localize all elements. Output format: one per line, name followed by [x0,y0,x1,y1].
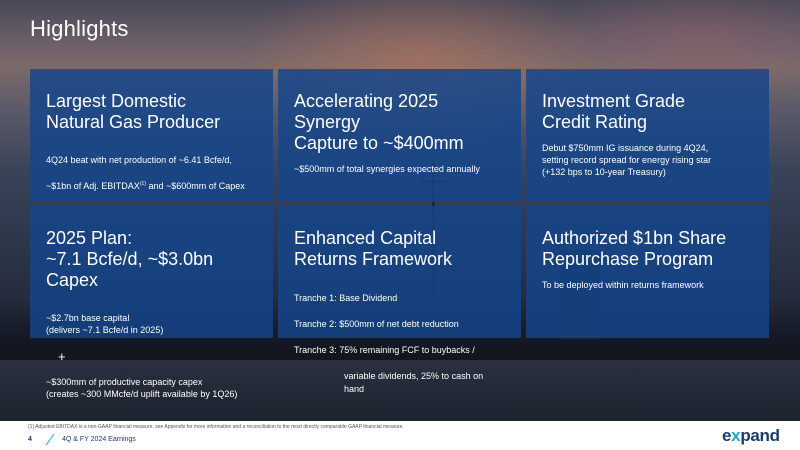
logo-text: e [722,426,732,445]
footer-text: 4Q & FY 2024 Earnings [62,436,136,443]
plus-sign: + [58,349,66,364]
card-body: ~$2.7bn base capital (delivers ~7.1 Bcfe… [46,300,257,412]
tranche-1: Tranche 1: Base Dividend [294,293,398,303]
slide-title: Highlights [30,16,129,41]
card-heading: 2025 Plan: ~7.1 Bcfe/d, ~$3.0bn Capex [46,228,214,290]
card-heading: Largest Domestic Natural Gas Producer [46,91,221,132]
expand-logo: expand [722,426,780,446]
tranche-3: Tranche 3: 75% remaining FCF to buybacks… [294,345,475,355]
logo-text: pand [740,426,780,445]
tranche-3-continued: variable dividends, 25% to cash on hand [344,371,484,394]
logo-text-accent: x [731,426,741,445]
footnote: (1) Adjusted EBITDAX is a non-GAAP finan… [28,424,403,430]
card-heading: Enhanced Capital Returns Framework [294,228,453,269]
card-synergy-capture: Accelerating 2025 Synergy Capture to ~$4… [278,69,521,202]
card-body-line: 4Q24 beat with net production of ~6.41 B… [46,155,232,165]
slash-divider-icon [45,433,55,446]
card-body-text: ~$1bn of Adj. EBITDAX [46,181,140,191]
card-body-text: and ~$600mm of Capex [145,181,245,191]
card-body: Tranche 1: Base Dividend Tranche 2: $500… [294,279,505,409]
card-natural-gas-producer: Largest Domestic Natural Gas Producer 4Q… [30,69,273,202]
tranche-2: Tranche 2: $500mm of net debt reduction [294,319,459,329]
card-credit-rating: Investment Grade Credit Rating Debut $75… [526,69,769,202]
page-number: 4 [28,436,32,443]
card-share-repurchase: Authorized $1bn Share Repurchase Program… [526,206,769,338]
card-body-text: ~$300mm of productive capacity capex (cr… [46,377,238,399]
card-heading: Investment Grade Credit Rating [542,91,686,132]
card-heading: Accelerating 2025 Synergy Capture to ~$4… [294,91,464,153]
card-body-line: ~$1bn of Adj. EBITDAX(1) and ~$600mm of … [46,178,257,192]
card-body-text: ~$2.7bn base capital (delivers ~7.1 Bcfe… [46,313,164,335]
card-heading: Authorized $1bn Share Repurchase Program [542,228,727,269]
card-body: 4Q24 beat with net production of ~6.41 B… [46,142,257,204]
card-capital-returns: Enhanced Capital Returns Framework Tranc… [278,206,521,394]
card-2025-plan: 2025 Plan: ~7.1 Bcfe/d, ~$3.0bn Capex ~$… [30,206,273,399]
card-body: To be deployed within returns framework [542,280,704,290]
card-body: Debut $750mm IG issuance during 4Q24, se… [542,143,712,177]
card-body: ~$500mm of total synergies expected annu… [294,164,480,174]
